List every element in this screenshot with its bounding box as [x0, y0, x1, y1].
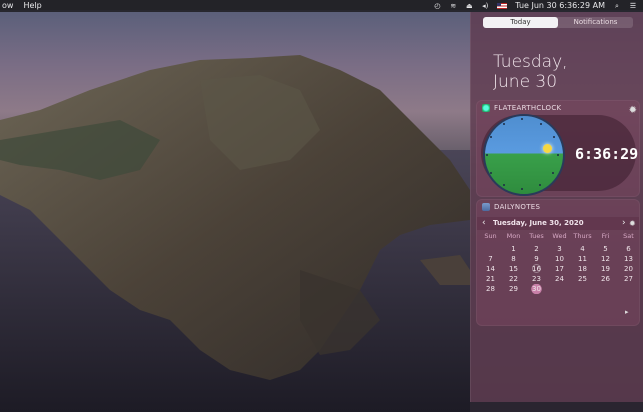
hour-dot — [490, 172, 492, 174]
calendar-day[interactable]: 22 — [502, 274, 525, 284]
hour-dot — [552, 172, 554, 174]
calendar-week-row: 14 15 16 17 18 19 20 — [479, 264, 640, 274]
calendar-day[interactable]: 16 — [525, 264, 548, 274]
calendar-day[interactable]: 27 — [617, 274, 640, 284]
play-icon[interactable]: ▸ — [625, 308, 629, 316]
calendar-day[interactable]: 24 — [548, 274, 571, 284]
calendar-day[interactable]: 30 — [525, 284, 548, 294]
notification-center-tabs: Today Notifications — [483, 17, 633, 28]
calendar-week-row: 123456 — [479, 244, 640, 254]
tab-notifications[interactable]: Notifications — [558, 17, 633, 28]
control-center-icon[interactable]: ☰ — [629, 2, 637, 10]
hour-dot — [521, 188, 523, 190]
calendar-week-row: 21 22 23 24 25 26 27 — [479, 274, 640, 284]
calendar-day[interactable]: 4 — [571, 244, 594, 254]
calendar-nav-bar: ‹ Tuesday, June 30, 2020 › ✹ — [477, 217, 639, 230]
hour-dot — [557, 154, 559, 156]
clock-time: 6:36:29 — [575, 145, 639, 163]
calendar-day[interactable]: 9 — [525, 254, 548, 264]
hour-dot — [503, 184, 505, 186]
calendar-day[interactable]: 13 — [617, 254, 640, 264]
calendar-empty-cell — [571, 284, 594, 294]
gear-icon[interactable]: ✹ — [629, 217, 636, 230]
calendar-empty-cell — [479, 244, 502, 254]
menu-bar: ow Help ◴ ≋ ⏏ ◂) Tue Jun 30 6:36:29 AM ⌕… — [0, 0, 643, 12]
weekday-label: Mon — [506, 232, 521, 240]
weekday-label: Fri — [601, 232, 610, 240]
calendar-day[interactable]: 11 — [571, 254, 594, 264]
calendar-day[interactable]: 14 — [479, 264, 502, 274]
menu-item-help[interactable]: Help — [23, 0, 41, 12]
weekday-label: Thurs — [573, 232, 592, 240]
calendar-day[interactable]: 23 — [525, 274, 548, 284]
volume-icon[interactable]: ◂) — [481, 2, 489, 10]
clock-display: 6:36:29 — [481, 114, 639, 196]
calendar-day[interactable]: 25 — [571, 274, 594, 284]
calendar-empty-cell — [594, 284, 617, 294]
calendar-week-row: 7 8 9 10 11 12 13 — [479, 254, 640, 264]
date-month-day: June 30 — [493, 72, 558, 92]
chevron-left-icon[interactable]: ‹ — [482, 217, 486, 230]
search-icon[interactable]: ⌕ — [613, 2, 621, 10]
weekday-label: Tues — [529, 232, 544, 240]
weekday-label: Sun — [484, 232, 497, 240]
today-date: Tuesday, June 30 — [493, 52, 568, 92]
time-machine-icon[interactable]: ◴ — [433, 2, 441, 10]
calendar-empty-cell — [548, 284, 571, 294]
hour-dot — [539, 184, 541, 186]
globe-icon — [482, 104, 490, 112]
wifi-icon[interactable]: ≋ — [449, 2, 457, 10]
calendar-grid: 1 2 3 4 5 6 7 8 9 10 11 12 13 14 15 16 17 18 19 20 21 22 23 24 2… — [479, 244, 640, 294]
gear-icon[interactable]: ✹ — [629, 105, 637, 116]
hour-dot — [540, 123, 542, 125]
calendar-day[interactable]: 10 — [548, 254, 571, 264]
hour-dot — [486, 154, 488, 156]
notification-center-panel: Today Notifications Tuesday, June 30 FLA… — [470, 12, 643, 402]
calendar-day[interactable]: 5 — [594, 244, 617, 254]
flag-icon[interactable] — [497, 3, 508, 9]
sun-icon — [543, 144, 552, 153]
flat-earth-clock-widget: FLATEARTHCLOCK 6:36:29 ✹ — [476, 100, 640, 197]
calendar-day[interactable]: 17 — [548, 264, 571, 274]
calendar-day[interactable]: 1 — [502, 244, 525, 254]
flat-earth-globe — [483, 114, 565, 196]
notes-icon — [482, 203, 490, 211]
hour-dot — [503, 123, 505, 125]
widget-header: FLATEARTHCLOCK — [482, 104, 561, 112]
calendar-day[interactable]: 2 — [525, 244, 548, 254]
calendar-day[interactable]: 26 — [594, 274, 617, 284]
daily-notes-widget: DAILYNOTES ‹ Tuesday, June 30, 2020 › ✹ … — [476, 199, 640, 326]
calendar-day[interactable]: 28 — [479, 284, 502, 294]
weekday-label: Sat — [623, 232, 634, 240]
chevron-right-icon[interactable]: › — [622, 217, 626, 230]
calendar-day[interactable]: 6 — [617, 244, 640, 254]
widget-title: DAILYNOTES — [494, 203, 541, 211]
weekday-label: Wed — [552, 232, 567, 240]
calendar-day[interactable]: 7 — [479, 254, 502, 264]
menu-item-window[interactable]: ow — [2, 0, 13, 12]
menubar-clock[interactable]: Tue Jun 30 6:36:29 AM — [515, 0, 605, 12]
hour-dot — [553, 136, 555, 138]
hour-dot — [490, 136, 492, 138]
calendar-day[interactable]: 12 — [594, 254, 617, 264]
calendar-day[interactable]: 3 — [548, 244, 571, 254]
calendar-day[interactable]: 21 — [479, 274, 502, 284]
calendar-day[interactable]: 20 — [617, 264, 640, 274]
widget-header: DAILYNOTES — [482, 203, 540, 211]
calendar-week-row: 28 29 30 — [479, 284, 640, 294]
calendar-empty-cell — [617, 284, 640, 294]
calendar-day[interactable]: 19 — [594, 264, 617, 274]
widget-title: FLATEARTHCLOCK — [494, 104, 562, 112]
wallpaper-island-image — [0, 55, 470, 412]
calendar-day[interactable]: 8 — [502, 254, 525, 264]
weekday-header: Sun Mon Tues Wed Thurs Fri Sat — [479, 232, 640, 240]
tab-today[interactable]: Today — [483, 17, 558, 28]
calendar-title: Tuesday, June 30, 2020 — [493, 219, 584, 227]
date-weekday: Tuesday, — [493, 52, 568, 72]
hour-dot — [521, 118, 523, 120]
calendar-day[interactable]: 18 — [571, 264, 594, 274]
eject-icon[interactable]: ⏏ — [465, 2, 473, 10]
calendar-day[interactable]: 29 — [502, 284, 525, 294]
calendar-day[interactable]: 15 — [502, 264, 525, 274]
